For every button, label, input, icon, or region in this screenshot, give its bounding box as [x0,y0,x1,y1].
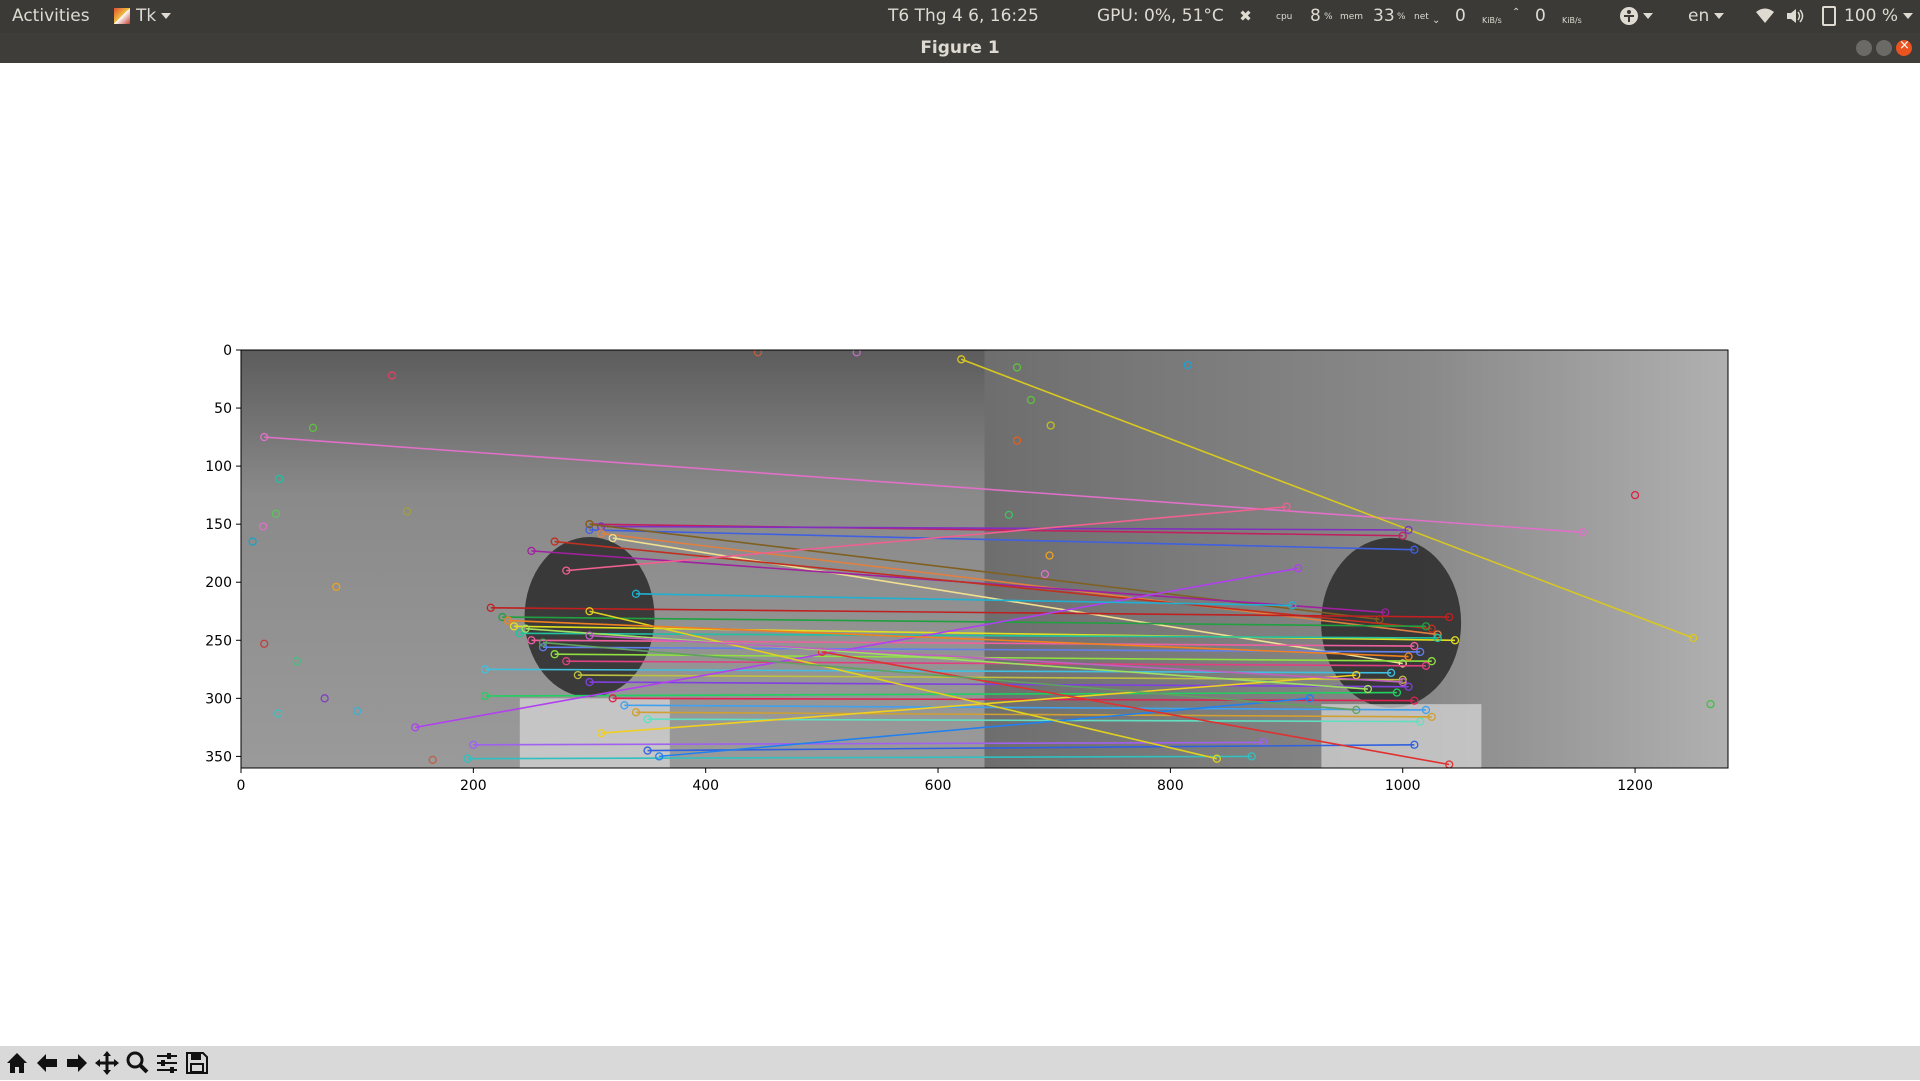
cpu-value[interactable]: 8 [1310,0,1321,33]
floppy-disk-icon [186,1052,208,1074]
window-title: Figure 1 [920,38,1000,58]
y-tick-label: 100 [205,459,232,475]
move-icon [95,1051,119,1075]
matplotlib-toolbar [0,1046,1920,1080]
net-up-arrow-icon: ⌃ [1512,7,1521,18]
chevron-down-icon [1903,13,1914,19]
magnifier-icon [126,1051,149,1074]
save-button[interactable] [183,1049,211,1077]
y-tick-label: 200 [205,575,232,591]
tk-app-icon [114,8,130,24]
accessibility-icon [1620,7,1638,25]
configure-subplots-button[interactable] [153,1049,181,1077]
cpu-unit: % [1324,12,1333,22]
chevron-down-icon [1714,13,1725,19]
accessibility-menu[interactable] [1620,0,1653,33]
gpu-chevron-icon: ✖ [1239,7,1252,25]
x-tick-label: 1000 [1385,778,1421,794]
net-down-unit: KiB/s [1482,16,1502,25]
clock[interactable]: T6 Thg 4 6, 16:25 [888,0,1039,33]
y-tick-label: 50 [214,401,232,417]
activities-button[interactable]: Activities [12,0,90,33]
arrow-right-icon [67,1054,87,1072]
app-menu[interactable]: Tk [114,0,172,33]
pan-button[interactable] [93,1049,121,1077]
net-down-value[interactable]: 0 [1455,0,1466,33]
sliders-icon [157,1053,177,1073]
chevron-down-icon [161,13,172,19]
mem-value[interactable]: 33 [1373,0,1395,33]
home-button[interactable] [3,1049,31,1077]
y-tick-label: 350 [205,749,232,765]
y-tick-label: 150 [205,517,232,533]
chevron-down-icon [1643,13,1653,19]
window-titlebar[interactable]: Figure 1 × [0,33,1920,63]
volume-icon[interactable] [1785,0,1805,33]
back-button[interactable] [33,1049,61,1077]
mem-label: mem [1340,12,1364,22]
arrow-left-icon [37,1054,57,1072]
cpu-label: cpu [1276,12,1293,22]
battery-indicator[interactable]: 100 % [1822,0,1914,33]
x-tick-label: 600 [925,778,952,794]
mem-unit: % [1397,12,1406,22]
net-down-arrow-icon: ⌄ [1432,15,1441,26]
x-tick-label: 400 [692,778,719,794]
close-button[interactable]: × [1896,38,1912,56]
x-tick-label: 1200 [1617,778,1653,794]
wifi-icon[interactable] [1755,0,1775,33]
x-tick-label: 200 [460,778,487,794]
forward-button[interactable] [63,1049,91,1077]
y-tick-label: 300 [205,691,232,707]
x-tick-label: 800 [1157,778,1184,794]
person-shirt-right [1321,704,1482,768]
zoom-button[interactable] [123,1049,151,1077]
x-tick-label: 0 [237,778,246,794]
gpu-indicator[interactable]: GPU: 0%, 51°C ✖ [1097,0,1252,33]
home-icon [7,1053,27,1073]
matches-plot[interactable]: 0 200 400 600 800 1000 1200 0 50 100 150 200 250 300 3… [0,63,1920,1046]
battery-icon [1822,6,1836,26]
y-tick-label: 0 [223,343,232,359]
figure-canvas[interactable]: 0 200 400 600 800 1000 1200 0 50 100 150 200 250 300 3… [0,63,1920,1046]
y-tick-label: 250 [205,633,232,649]
net-up-unit: KiB/s [1562,16,1582,25]
maximize-button[interactable] [1876,40,1892,56]
language-menu[interactable]: en [1688,0,1725,33]
minimize-button[interactable] [1856,40,1872,56]
top-bar: Activities Tk T6 Thg 4 6, 16:25 GPU: 0%,… [0,0,1920,33]
net-up-value[interactable]: 0 [1535,0,1546,33]
close-icon: × [1899,38,1910,53]
